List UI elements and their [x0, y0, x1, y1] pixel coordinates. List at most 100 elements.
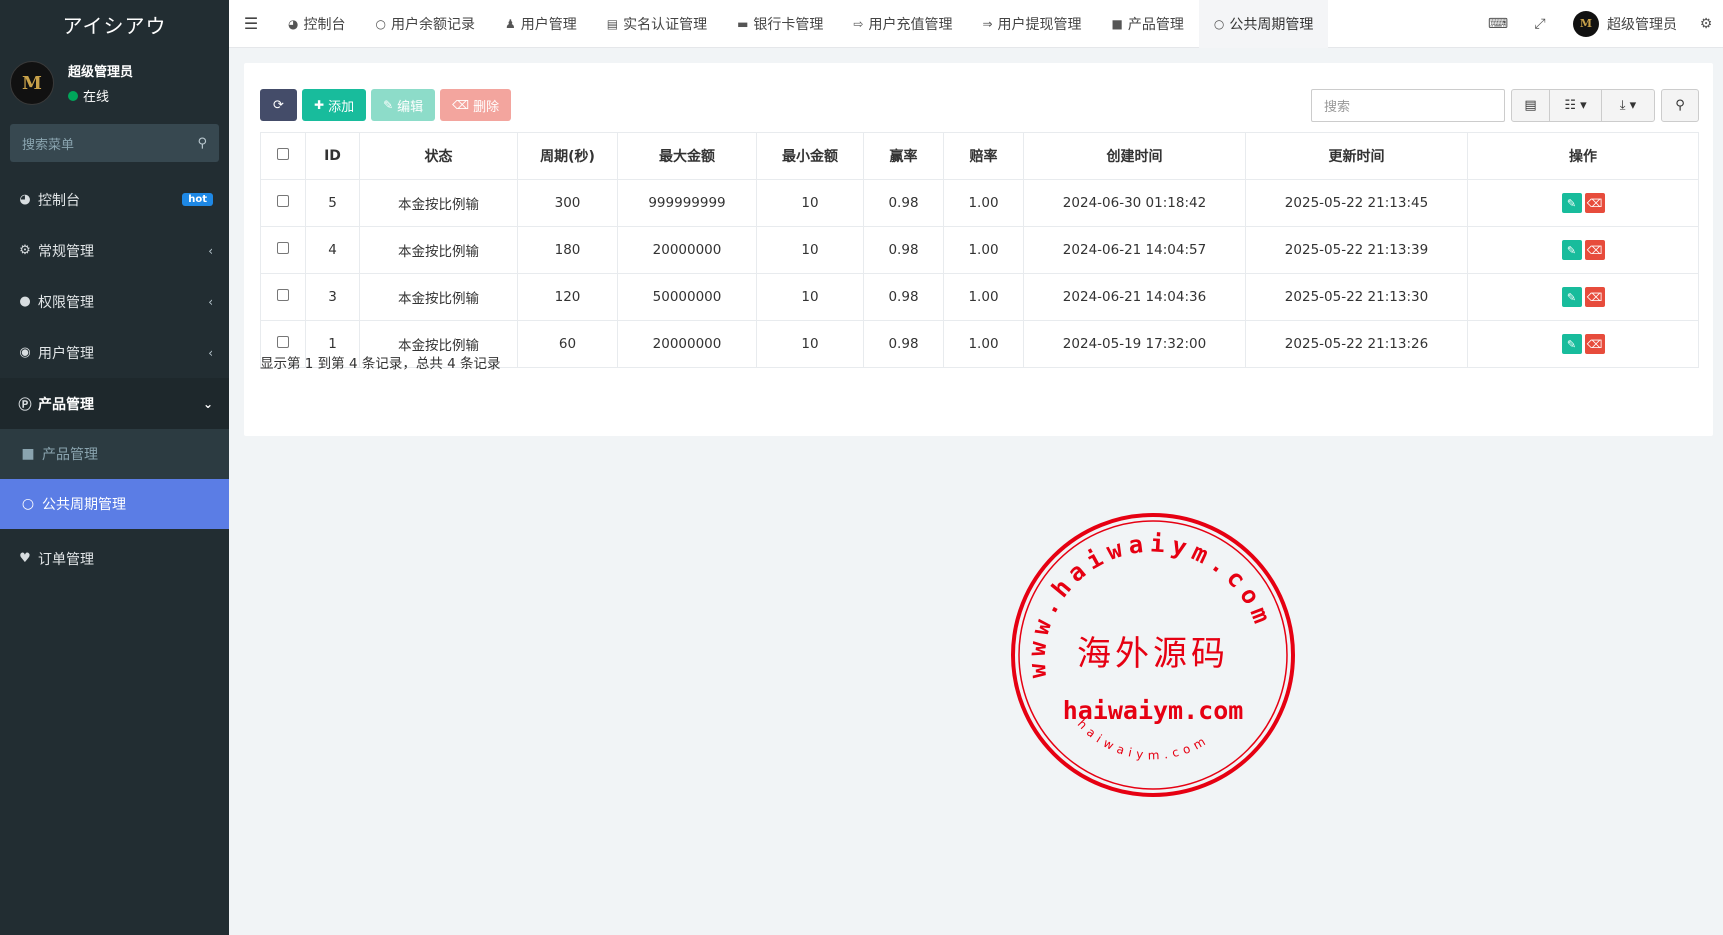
column-header[interactable]: 赢率 — [863, 132, 944, 180]
sidebar-subitem-public-periods[interactable]: ○ 公共周期管理 — [0, 479, 229, 529]
sidebar-item-dashboard[interactable]: ◕ 控制台 hot — [0, 174, 229, 225]
export-dropdown-icon[interactable]: ⤓ ▾ — [1602, 90, 1654, 121]
table-cell-period: 300 — [517, 179, 618, 227]
row-checkbox[interactable] — [277, 242, 289, 254]
table-cell-updated: 2025-05-22 21:13:30 — [1245, 273, 1468, 321]
row-actions: ✎ ⌫ — [1467, 273, 1699, 321]
tab-balance-records[interactable]: ○ 用户余额记录 — [360, 0, 489, 48]
language-icon[interactable]: ⌨ — [1477, 16, 1519, 32]
table-cell-created: 2024-05-19 17:32:00 — [1023, 320, 1246, 368]
row-select-cell[interactable] — [260, 179, 306, 227]
settings-gear-icon[interactable]: ⚙ — [1689, 16, 1723, 32]
table-cell-created: 2024-06-21 14:04:36 — [1023, 273, 1246, 321]
sidebar-subitem-products[interactable]: ■ 产品管理 — [0, 429, 229, 479]
online-dot-icon — [68, 90, 78, 101]
chevron-left-icon: ‹ — [208, 294, 213, 309]
row-select-cell[interactable] — [260, 226, 306, 274]
row-edit-button[interactable]: ✎ — [1561, 193, 1582, 213]
column-header[interactable]: 周期(秒) — [517, 132, 618, 180]
row-checkbox[interactable] — [277, 336, 289, 348]
sidebar-item-orders[interactable]: ♥ 订单管理 — [0, 533, 229, 584]
table-row[interactable]: 5 本金按比例输 300 999999999 10 0.98 1.00 2024-06-30 … — [260, 179, 1699, 227]
tab-recharge[interactable]: ⇨ 用户充值管理 — [838, 0, 967, 48]
column-header[interactable]: 更新时间 — [1245, 132, 1468, 180]
column-header[interactable]: ID — [305, 132, 360, 180]
tab-identity-verification[interactable]: ▤ 实名认证管理 — [592, 0, 722, 48]
sidebar: アイシアウ M 超级管理员 在线 搜索菜单 ⚲ ◕ 控制台 hot ⚙ 常规管理… — [0, 0, 229, 935]
column-header[interactable]: 最大金额 — [617, 132, 757, 180]
header-user-menu[interactable]: M 超级管理员 — [1561, 10, 1689, 37]
tab-dashboard[interactable]: ◕ 控制台 — [273, 0, 360, 48]
chevron-down-icon: ⌄ — [202, 396, 213, 411]
advanced-search-icon[interactable]: ⚲ — [1661, 89, 1699, 122]
search-icon[interactable]: ⚲ — [197, 136, 207, 151]
pencil-icon: ✎ — [1566, 337, 1577, 351]
tab-bank-cards[interactable]: ▬ 银行卡管理 — [722, 0, 838, 48]
menu-toggle-icon[interactable]: ☰ — [229, 14, 273, 33]
sidebar-item-products[interactable]: Ⓟ 产品管理 ⌄ — [0, 378, 229, 429]
row-edit-button[interactable]: ✎ — [1561, 240, 1582, 260]
column-header[interactable]: 创建时间 — [1023, 132, 1246, 180]
user-name: 超级管理员 — [68, 65, 134, 80]
user-status: 在线 — [68, 86, 133, 105]
columns-dropdown-icon[interactable]: ☷ ▾ — [1550, 90, 1602, 121]
dashboard-icon: ◕ — [19, 192, 31, 207]
row-delete-button[interactable]: ⌫ — [1584, 334, 1605, 354]
column-header[interactable]: 赔率 — [943, 132, 1024, 180]
row-actions: ✎ ⌫ — [1467, 179, 1699, 227]
edit-button[interactable]: ✎ 编辑 — [371, 89, 436, 121]
table-cell-min: 10 — [756, 320, 864, 368]
row-edit-button[interactable]: ✎ — [1561, 334, 1582, 354]
toggle-view-icon[interactable]: ▤ — [1512, 90, 1550, 121]
table-cell-odds: 1.00 — [943, 179, 1024, 227]
add-button[interactable]: ✚ 添加 — [302, 89, 367, 121]
table-cell-win: 0.98 — [863, 226, 944, 274]
row-edit-button[interactable]: ✎ — [1561, 287, 1582, 307]
row-select-cell[interactable] — [260, 273, 306, 321]
tab-withdrawal[interactable]: ⇒ 用户提现管理 — [967, 0, 1096, 48]
content-panel: ⟳ ✚ 添加 ✎ 编辑 ⌫ 删除 搜索 ▤ ☷ ▾ ⤓ ▾ ⚲ ID 状态 周期(秒)… — [244, 63, 1713, 436]
table-row[interactable]: 3 本金按比例输 120 50000000 10 0.98 1.00 2024-06-21 1… — [260, 273, 1699, 321]
edit-button-label: 编辑 — [397, 99, 424, 115]
fullscreen-icon[interactable]: ⤢ — [1519, 16, 1561, 32]
row-actions: ✎ ⌫ — [1467, 226, 1699, 274]
row-delete-button[interactable]: ⌫ — [1584, 193, 1605, 213]
heartbeat-icon: ♥ — [19, 551, 31, 566]
sidebar-item-permissions[interactable]: ● 权限管理 ‹ — [0, 276, 229, 327]
delete-button[interactable]: ⌫ 删除 — [440, 89, 512, 121]
brand-logo[interactable]: アイシアウ — [0, 0, 229, 48]
trash-icon: ⌫ — [452, 98, 470, 112]
pencil-icon: ✎ — [383, 98, 394, 112]
avatar: M — [10, 61, 54, 105]
checkbox[interactable] — [277, 148, 289, 160]
pencil-icon: ✎ — [1566, 196, 1577, 210]
tab-user-management[interactable]: ♟ 用户管理 — [490, 0, 592, 48]
refresh-button[interactable]: ⟳ — [260, 89, 297, 121]
table-cell-max: 50000000 — [617, 273, 757, 321]
row-checkbox[interactable] — [277, 289, 289, 301]
table-cell-updated: 2025-05-22 21:13:39 — [1245, 226, 1468, 274]
credit-card-icon: ▬ — [737, 16, 749, 31]
sidebar-item-users[interactable]: ◉ 用户管理 ‹ — [0, 327, 229, 378]
row-delete-button[interactable]: ⌫ — [1584, 287, 1605, 307]
sign-out-icon: ⇒ — [982, 16, 993, 31]
table-cell-updated: 2025-05-22 21:13:45 — [1245, 179, 1468, 227]
table-search-input[interactable]: 搜索 — [1311, 89, 1505, 122]
tab-label: 用户余额记录 — [390, 16, 475, 33]
row-checkbox[interactable] — [277, 195, 289, 207]
sidebar-item-general[interactable]: ⚙ 常规管理 ‹ — [0, 225, 229, 276]
column-header[interactable]: 状态 — [359, 132, 518, 180]
tab-products[interactable]: ■ 产品管理 — [1097, 0, 1199, 48]
sidebar-search-input[interactable]: 搜索菜单 ⚲ — [10, 124, 219, 162]
table-cell-min: 10 — [756, 179, 864, 227]
tab-public-periods[interactable]: ○ 公共周期管理 — [1198, 0, 1329, 48]
table-row[interactable]: 4 本金按比例输 180 20000000 10 0.98 1.00 2024-06-21 1… — [260, 226, 1699, 274]
column-header[interactable]: 最小金额 — [756, 132, 864, 180]
row-delete-button[interactable]: ⌫ — [1584, 240, 1605, 260]
table-cell-period: 120 — [517, 273, 618, 321]
header-user-name: 超级管理员 — [1607, 16, 1677, 33]
table-cell-updated: 2025-05-22 21:13:26 — [1245, 320, 1468, 368]
hot-badge: hot — [182, 193, 213, 206]
select-all-checkbox[interactable] — [260, 132, 306, 180]
stamp-domain-text: haiwaiym.com — [1063, 696, 1244, 725]
